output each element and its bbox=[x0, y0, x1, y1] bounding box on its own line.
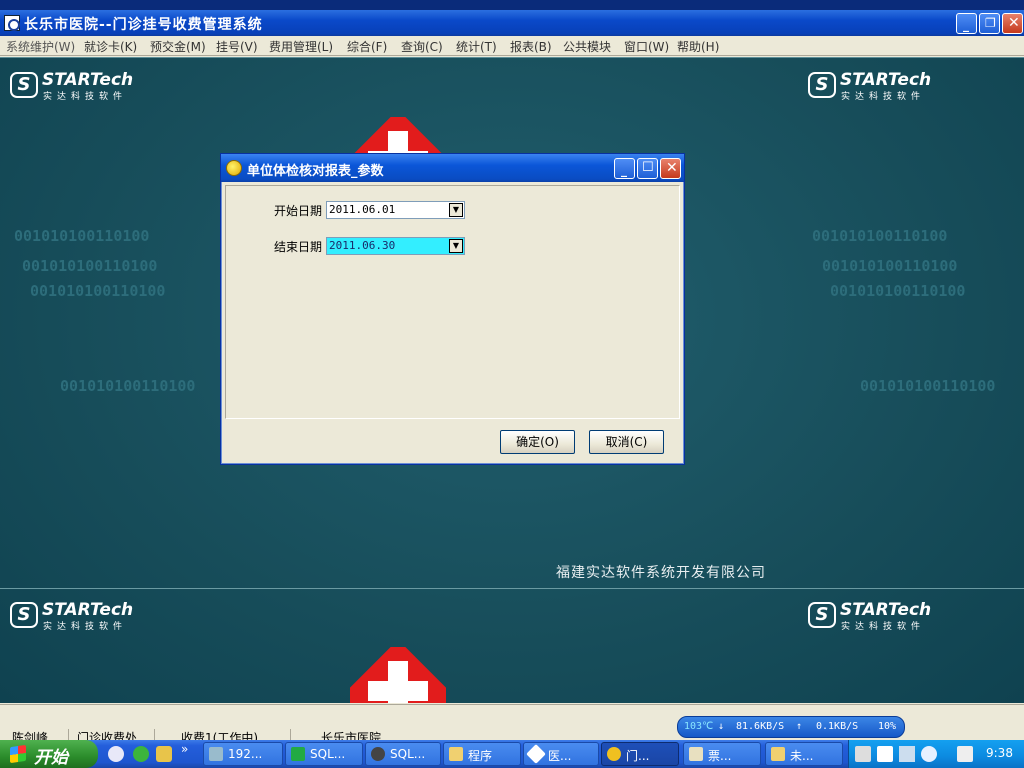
background-binary: 001010100110100 bbox=[812, 227, 948, 245]
top-strip bbox=[0, 0, 1024, 10]
system-tray: 9:38 bbox=[848, 740, 1024, 768]
start-date-value: 2011.06.01 bbox=[329, 203, 396, 216]
background-binary: 001010100110100 bbox=[860, 377, 996, 395]
divider bbox=[0, 57, 1024, 58]
chevron-down-icon[interactable]: ▼ bbox=[449, 239, 463, 253]
ok-button[interactable]: 确定(O) bbox=[500, 430, 575, 454]
taskbar-item-clinic[interactable]: 门... bbox=[601, 742, 679, 766]
menu-stats[interactable]: 统计(T) bbox=[456, 38, 497, 55]
chevron-right-icon[interactable]: » bbox=[181, 742, 188, 756]
start-button[interactable]: 开始 bbox=[0, 740, 98, 768]
end-date-combo[interactable]: 2011.06.30 ▼ bbox=[326, 237, 465, 255]
clock: 9:38 bbox=[986, 746, 1013, 760]
help-icon[interactable] bbox=[877, 746, 893, 762]
background-binary: 001010100110100 bbox=[22, 257, 158, 275]
menu-query[interactable]: 查询(C) bbox=[401, 38, 443, 55]
menu-common[interactable]: 公共模块 bbox=[563, 38, 611, 55]
restore-button[interactable]: ❐ bbox=[979, 13, 1000, 34]
chevron-down-icon[interactable]: ▼ bbox=[449, 203, 463, 217]
start-date-combo[interactable]: 2011.06.01 ▼ bbox=[326, 201, 465, 219]
menu-window[interactable]: 窗口(W) bbox=[624, 38, 669, 55]
keyboard-icon[interactable] bbox=[855, 746, 871, 762]
background-binary: 001010100110100 bbox=[830, 282, 966, 300]
sql-globe-icon bbox=[371, 747, 385, 761]
background-binary: 001010100110100 bbox=[60, 377, 196, 395]
menu-help[interactable]: 帮助(H) bbox=[677, 38, 719, 55]
chevron-left-icon[interactable] bbox=[921, 746, 937, 762]
menu-reports[interactable]: 报表(B) bbox=[510, 38, 552, 55]
download-speed: 81.6KB/S bbox=[736, 721, 785, 732]
network-monitor: 103℃ ↓ 81.6KB/S ↑ 0.1KB/S 10% bbox=[677, 716, 905, 738]
qq-icon[interactable] bbox=[156, 746, 172, 762]
taskbar-item-hospital[interactable]: 医... bbox=[523, 742, 599, 766]
menu-prepay[interactable]: 预交金(M) bbox=[150, 38, 206, 55]
menu-bar: 系统维护(W) 就诊卡(K) 预交金(M) 挂号(V) 费用管理(L) 综合(F… bbox=[0, 36, 1024, 56]
diamond-icon bbox=[526, 744, 546, 764]
menu-register[interactable]: 挂号(V) bbox=[216, 38, 258, 55]
taskbar-item-folder[interactable]: 程序 bbox=[443, 742, 521, 766]
red-cross-icon bbox=[350, 647, 446, 703]
dialog-title: 单位体检核对报表_参数 bbox=[247, 164, 384, 179]
taskbar: 开始 » 192... SQL... SQL... 程序 医... 门... 票… bbox=[0, 740, 1024, 768]
dialog-close-button[interactable]: ✕ bbox=[660, 158, 681, 179]
logo-s-icon: S bbox=[808, 602, 836, 628]
folder-icon bbox=[449, 747, 463, 761]
end-date-value: 2011.06.30 bbox=[329, 239, 447, 252]
brush-icon bbox=[771, 747, 785, 761]
background-binary: 001010100110100 bbox=[14, 227, 150, 245]
dialog-maximize-button[interactable]: ☐ bbox=[637, 158, 658, 179]
start-date-label: 开始日期 bbox=[274, 204, 323, 218]
upload-icon: ↑ bbox=[796, 721, 803, 732]
main-title-bar[interactable]: 长乐市医院--门诊挂号收费管理系统 _ ❐ ✕ bbox=[0, 10, 1024, 36]
taskbar-item-untitled[interactable]: 未... bbox=[765, 742, 843, 766]
menu-general[interactable]: 综合(F) bbox=[347, 38, 387, 55]
taskbar-item-sql-2[interactable]: SQL... bbox=[365, 742, 441, 766]
taskbar-item-remote[interactable]: 192... bbox=[203, 742, 283, 766]
minimize-button[interactable]: _ bbox=[956, 13, 977, 34]
window-title: 长乐市医院--门诊挂号收费管理系统 bbox=[24, 17, 263, 33]
logo-s-icon: S bbox=[10, 602, 38, 628]
temperature: 103℃ bbox=[684, 721, 714, 732]
end-date-label: 结束日期 bbox=[274, 240, 323, 254]
menu-card[interactable]: 就诊卡(K) bbox=[84, 38, 137, 55]
ie-icon[interactable] bbox=[108, 746, 124, 762]
logo-s-icon: S bbox=[10, 72, 38, 98]
dialog-body: 开始日期 2011.06.01 ▼ 结束日期 2011.06.30 ▼ bbox=[225, 185, 680, 419]
dialog-title-bar[interactable]: 单位体检核对报表_参数 _ ☐ ✕ bbox=[221, 154, 684, 182]
menu-fee[interactable]: 费用管理(L) bbox=[269, 38, 333, 55]
taskbar-item-ticket[interactable]: 票... bbox=[683, 742, 761, 766]
dialog-minimize-button[interactable]: _ bbox=[614, 158, 635, 179]
company-name: 福建实达软件系统开发有限公司 bbox=[556, 565, 766, 581]
upload-speed: 0.1KB/S bbox=[816, 721, 859, 732]
app-yellow-icon bbox=[607, 747, 621, 761]
divider bbox=[0, 588, 1024, 589]
taskbar-item-sql-1[interactable]: SQL... bbox=[285, 742, 363, 766]
background-binary: 001010100110100 bbox=[30, 282, 166, 300]
windows-flag-icon bbox=[10, 744, 26, 764]
download-icon: ↓ bbox=[718, 721, 725, 732]
sql-icon bbox=[291, 747, 305, 761]
menu-system[interactable]: 系统维护(W) bbox=[6, 38, 75, 55]
cancel-button[interactable]: 取消(C) bbox=[589, 430, 664, 454]
background-binary: 001010100110100 bbox=[822, 257, 958, 275]
report-parameters-dialog: 单位体检核对报表_参数 _ ☐ ✕ 开始日期 2011.06.01 ▼ 结束日期… bbox=[220, 153, 685, 465]
media-icon[interactable] bbox=[957, 746, 973, 762]
browser-icon[interactable] bbox=[133, 746, 149, 762]
close-button[interactable]: ✕ bbox=[1002, 13, 1023, 34]
app-icon[interactable] bbox=[4, 15, 20, 31]
remote-desktop-icon bbox=[209, 747, 223, 761]
dialog-app-icon bbox=[226, 160, 242, 176]
network-icon[interactable] bbox=[899, 746, 915, 762]
cpu-usage: 10% bbox=[878, 721, 897, 732]
logo-s-icon: S bbox=[808, 72, 836, 98]
paint-icon bbox=[689, 747, 703, 761]
